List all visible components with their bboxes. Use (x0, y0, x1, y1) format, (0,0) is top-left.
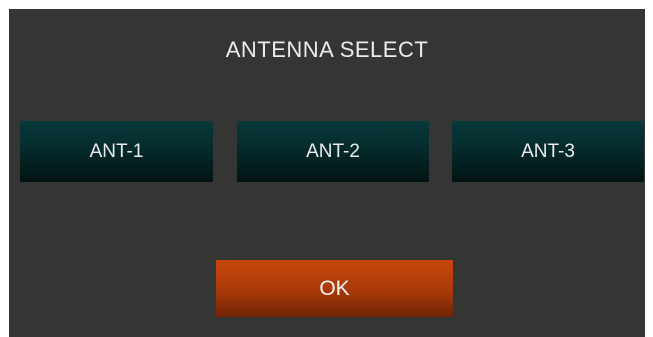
ant-2-button[interactable]: ANT-2 (237, 121, 429, 182)
dialog-title: ANTENNA SELECT (225, 37, 429, 62)
ant-1-button[interactable]: ANT-1 (20, 121, 213, 182)
antenna-select-dialog: ANTENNA SELECT ANT-1 ANT-2 ANT-3 OK (9, 9, 645, 337)
ok-button[interactable]: OK (216, 260, 453, 317)
ant-3-button[interactable]: ANT-3 (452, 121, 644, 182)
